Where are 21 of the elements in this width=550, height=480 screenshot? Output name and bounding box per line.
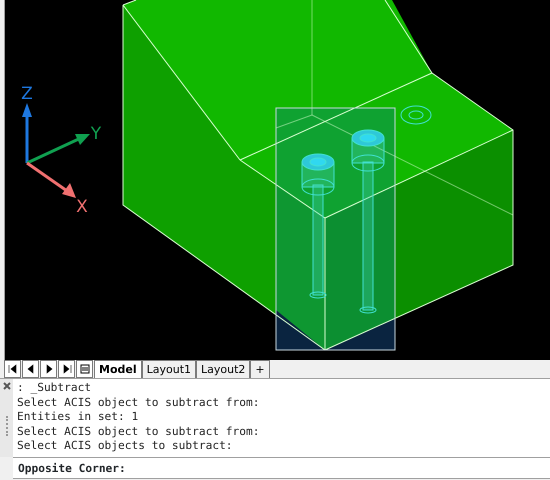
command-history-line: : _Subtract (17, 381, 92, 396)
command-history-line: Entities in set: 1 (17, 410, 140, 425)
layout-tab[interactable]: Layout2 (196, 360, 250, 378)
axis-label: X (76, 197, 88, 217)
previous-tab-icon[interactable] (22, 360, 39, 378)
axis-label: Y (90, 124, 102, 144)
layout-tab[interactable]: Layout1 (142, 360, 196, 378)
last-tab-icon[interactable] (58, 360, 75, 378)
grip-handle[interactable] (6, 416, 8, 436)
command-history-line: Select ACIS objects to subtract: (17, 439, 234, 454)
first-tab-icon[interactable] (4, 360, 21, 378)
command-history-line: Select ACIS object to subtract from: (17, 396, 260, 410)
tab-list-icon[interactable] (76, 360, 93, 378)
command-input-field[interactable]: Opposite Corner: (13, 457, 550, 479)
command-history-line: Select ACIS object to subtract from: (17, 424, 260, 440)
axis-label: Z (21, 84, 33, 104)
model-viewport[interactable]: Z Y X (5, 0, 550, 360)
layout-tab[interactable]: + (250, 360, 270, 378)
layout-tab[interactable]: Model (94, 360, 142, 378)
next-tab-icon[interactable] (40, 360, 57, 378)
close-icon[interactable] (2, 382, 10, 390)
